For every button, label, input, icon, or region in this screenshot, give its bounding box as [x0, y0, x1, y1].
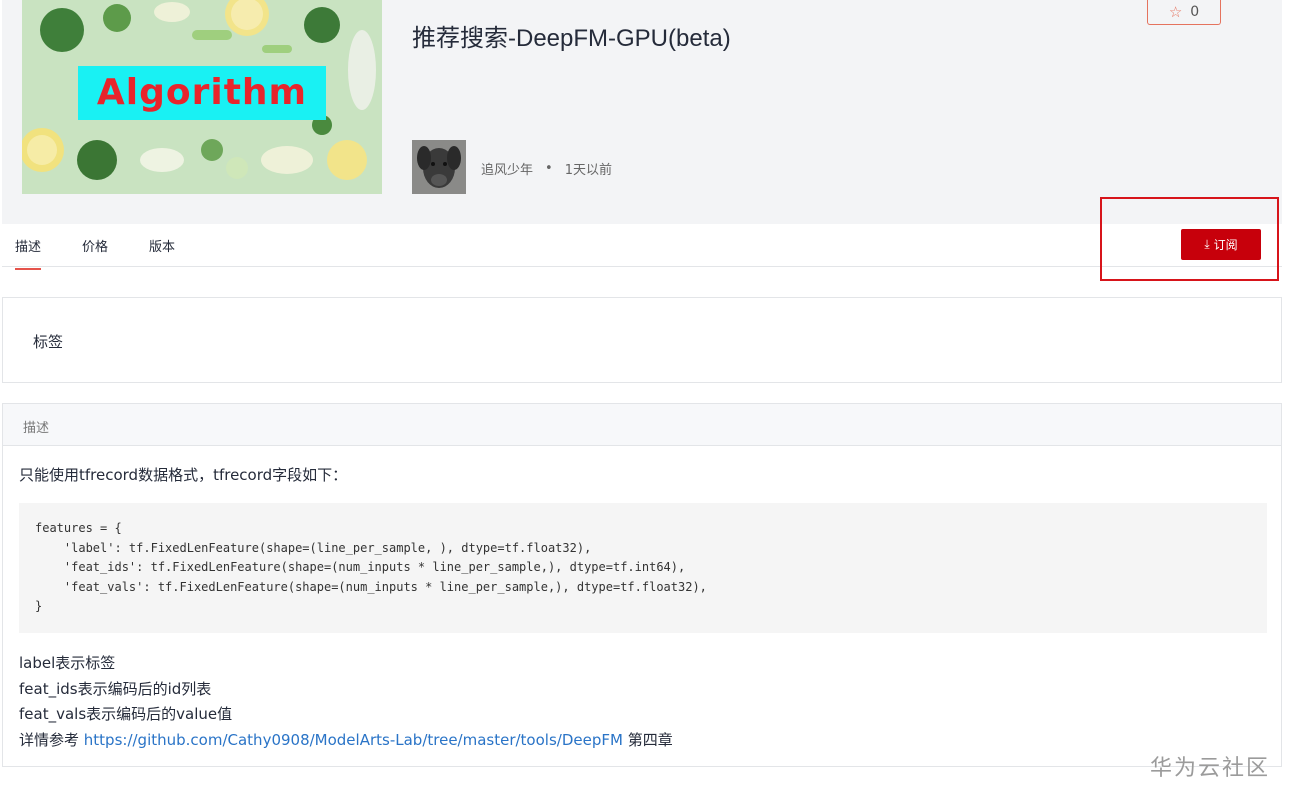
code-line: 'feat_vals': tf.FixedLenFeature(shape=(n… [35, 579, 707, 594]
favorite-count: 0 [1190, 4, 1200, 20]
note-feat-vals: feat_vals表示编码后的value值 [19, 705, 233, 724]
tab-description[interactable]: 描述 [15, 236, 42, 270]
note-feat-ids: feat_ids表示编码后的id列表 [19, 679, 212, 698]
reference-prefix: 详情参考 [19, 730, 84, 749]
description-header: 描述 [3, 404, 1281, 446]
code-line: 'label': tf.FixedLenFeature(shape=(line_… [35, 540, 592, 555]
page-title: 推荐搜索-DeepFM-GPU(beta) [412, 25, 731, 52]
author-meta: 追风少年 • 1天以前 [481, 159, 612, 178]
updated-time: 1天以前 [564, 163, 612, 178]
cover-image: Algorithm [22, 0, 382, 194]
note-label: label表示标签 [19, 654, 116, 672]
description-notes: label表示标签 feat_ids表示编码后的id列表 feat_vals表示… [19, 651, 673, 753]
reference-suffix: 第四章 [622, 730, 673, 749]
download-icon: ⤓ [1204, 237, 1210, 251]
code-line: 'feat_ids': tf.FixedLenFeature(shape=(nu… [35, 560, 686, 575]
cover-label: Algorithm [78, 66, 326, 120]
subscribe-label: 订阅 [1213, 238, 1238, 252]
description-heading: 描述 [23, 421, 50, 436]
author-avatar[interactable] [412, 140, 466, 194]
tab-bar: 描述 价格 版本 [2, 224, 1282, 270]
reference-link[interactable]: https://github.com/Cathy0908/ModelArts-L… [84, 731, 623, 749]
favorite-button[interactable]: ☆ 0 [1147, 0, 1221, 25]
tags-card: 标签 [2, 297, 1282, 383]
description-card: 描述 只能使用tfrecord数据格式，tfrecord字段如下： featur… [2, 403, 1282, 767]
code-block: features = { 'label': tf.FixedLenFeature… [19, 503, 1267, 633]
asset-header: Algorithm 推荐搜索-DeepFM-GPU(beta) ☆ 0 追风少年… [2, 0, 1282, 224]
description-intro: 只能使用tfrecord数据格式，tfrecord字段如下： [19, 466, 348, 484]
tab-price[interactable]: 价格 [82, 236, 108, 255]
reference-line: 详情参考 https://github.com/Cathy0908/ModelA… [19, 728, 673, 754]
subscribe-button[interactable]: ⤓ 订阅 [1181, 229, 1261, 260]
meta-separator: • [545, 161, 553, 176]
watermark: 华为云社区 [1150, 756, 1271, 781]
author-name[interactable]: 追风少年 [481, 159, 533, 178]
tab-version[interactable]: 版本 [149, 236, 175, 255]
code-line: features = { [35, 521, 122, 535]
code-line: } [35, 599, 43, 614]
tags-label: 标签 [33, 333, 64, 351]
star-icon: ☆ [1168, 3, 1183, 21]
